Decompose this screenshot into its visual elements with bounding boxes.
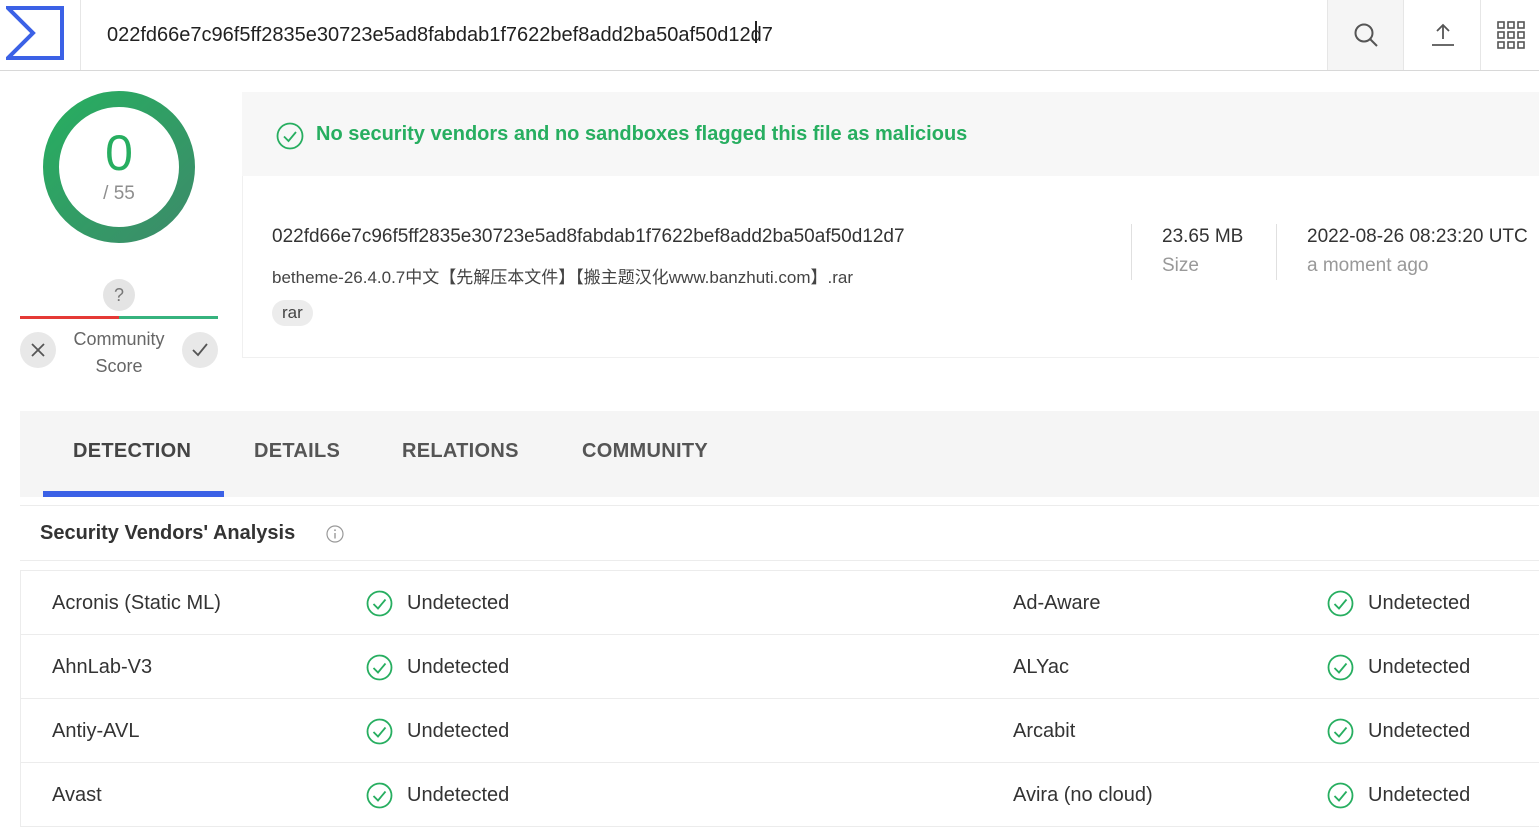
checkmark-icon: [192, 343, 208, 357]
search-button[interactable]: [1327, 0, 1404, 70]
table-row: AhnLab-V3 Undetected ALYac Undetected: [21, 635, 1539, 699]
community-score-unknown: ?: [103, 279, 135, 311]
tab-details[interactable]: DETAILS: [254, 440, 340, 463]
vendor-result: Undetected: [1368, 656, 1471, 678]
tab-community[interactable]: COMMUNITY: [582, 440, 708, 463]
table-row: Antiy-AVL Undetected Arcabit Undetected: [21, 699, 1539, 763]
close-icon: [31, 343, 45, 357]
tab-relations[interactable]: RELATIONS: [402, 440, 519, 463]
tab-detection[interactable]: DETECTION: [73, 440, 191, 463]
verdict-banner: No security vendors and no sandboxes fla…: [242, 92, 1539, 176]
undetected-check-icon: [1327, 654, 1354, 681]
text-caret: [755, 21, 757, 43]
info-divider: [1276, 224, 1277, 280]
vote-malicious-button[interactable]: [20, 332, 56, 368]
vendor-name: Avira (no cloud): [1013, 784, 1153, 806]
vendor-name: Avast: [52, 784, 102, 806]
info-icon[interactable]: [326, 525, 344, 543]
file-size-label: Size: [1162, 255, 1199, 276]
file-name: betheme-26.4.0.7中文【先解压本文件】【搬主题汉化www.banz…: [272, 268, 853, 287]
vendor-result: Undetected: [1368, 720, 1471, 742]
vendor-result: Undetected: [407, 784, 510, 806]
vendor-result: Undetected: [1368, 592, 1471, 614]
vendor-name: Acronis (Static ML): [52, 592, 221, 614]
community-bar-negative: [20, 316, 119, 319]
table-row: Avast Undetected Avira (no cloud) Undete…: [21, 763, 1539, 827]
undetected-check-icon: [366, 590, 393, 617]
vendor-result: Undetected: [407, 656, 510, 678]
vendor-name: Arcabit: [1013, 720, 1076, 742]
vendor-name: Antiy-AVL: [52, 720, 140, 742]
undetected-check-icon: [1327, 590, 1354, 617]
search-icon: [1354, 23, 1378, 47]
analysis-date-relative: a moment ago: [1307, 255, 1429, 276]
top-bar: [0, 0, 1539, 71]
undetected-check-icon: [366, 718, 393, 745]
vendor-table: Acronis (Static ML) Undetected Ad-Aware …: [20, 570, 1539, 827]
verdict-text: No security vendors and no sandboxes fla…: [316, 123, 968, 145]
apps-grid-icon: [1496, 21, 1525, 49]
active-tab-indicator: [43, 491, 224, 497]
search-input[interactable]: [82, 0, 1326, 70]
undetected-check-icon: [1327, 782, 1354, 809]
vote-harmless-button[interactable]: [182, 332, 218, 368]
logo[interactable]: [0, 0, 81, 70]
undetected-check-icon: [366, 654, 393, 681]
check-circle-icon: [276, 122, 304, 150]
table-row: Acronis (Static ML) Undetected Ad-Aware …: [21, 571, 1539, 635]
vendor-name: Ad-Aware: [1013, 592, 1101, 614]
undetected-check-icon: [1327, 718, 1354, 745]
upload-button[interactable]: [1405, 0, 1481, 70]
community-bar-positive: [119, 316, 218, 319]
detection-count: 0: [105, 125, 133, 181]
vendor-result: Undetected: [407, 720, 510, 742]
virustotal-logo-icon: [6, 6, 64, 60]
apps-menu-button[interactable]: [1482, 0, 1539, 70]
vendor-name: ALYac: [1013, 656, 1069, 678]
undetected-check-icon: [366, 782, 393, 809]
vendor-result: Undetected: [1368, 784, 1471, 806]
upload-icon: [1431, 23, 1454, 46]
community-score-label: Community Score: [73, 329, 165, 376]
analysis-date: 2022-08-26 08:23:20 UTC: [1307, 226, 1528, 247]
file-type-tag[interactable]: rar: [272, 300, 313, 326]
vendor-result: Undetected: [407, 592, 510, 614]
tabs-bar: [20, 411, 1539, 497]
info-divider: [1131, 224, 1132, 280]
vendors-title: Security Vendors' Analysis: [40, 522, 296, 544]
file-size: 23.65 MB: [1162, 226, 1244, 247]
detection-total: / 55: [103, 183, 135, 204]
vendor-name: AhnLab-V3: [52, 656, 153, 678]
file-hash: 022fd66e7c96f5ff2835e30723e5ad8fabdab1f7…: [272, 226, 905, 247]
